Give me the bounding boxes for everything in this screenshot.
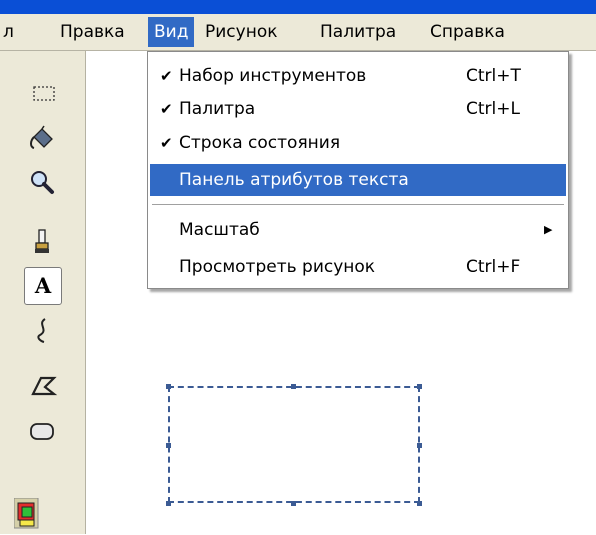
menu-item-label: Просмотреть рисунок xyxy=(179,257,376,277)
shortcut-label: Ctrl+F xyxy=(466,257,521,277)
brush-tool[interactable] xyxy=(24,224,62,262)
resize-handle[interactable] xyxy=(291,501,296,506)
view-menu-dropdown: ✔ Набор инструментов Ctrl+T ✔ Палитра Ct… xyxy=(147,51,569,289)
resize-handle[interactable] xyxy=(166,443,171,448)
select-rectangle-tool[interactable] xyxy=(24,75,62,113)
resize-handle[interactable] xyxy=(417,501,422,506)
text-selection-box[interactable] xyxy=(168,386,420,503)
resize-handle[interactable] xyxy=(417,384,422,389)
menu-separator xyxy=(152,204,564,205)
color-selector-icon[interactable] xyxy=(13,497,42,530)
menu-item-text-toolbar[interactable]: Панель атрибутов текста xyxy=(150,164,566,196)
shortcut-label: Ctrl+L xyxy=(466,99,520,119)
curve-tool[interactable] xyxy=(24,311,62,349)
toolbox: A xyxy=(0,51,86,534)
title-bar xyxy=(0,0,596,14)
resize-handle[interactable] xyxy=(417,443,422,448)
check-icon: ✔ xyxy=(160,100,173,118)
menu-item-label: Палитра xyxy=(179,99,256,119)
menu-item-toolbox[interactable]: ✔ Набор инструментов Ctrl+T xyxy=(150,60,566,92)
menu-item-color-box[interactable]: ✔ Палитра Ctrl+L xyxy=(150,93,566,125)
fill-tool[interactable] xyxy=(24,121,62,159)
text-tool-icon: A xyxy=(34,273,52,298)
resize-handle[interactable] xyxy=(166,501,171,506)
menu-item-zoom[interactable]: Масштаб ▶ xyxy=(150,214,566,246)
menu-item-label: Панель атрибутов текста xyxy=(179,170,409,190)
polygon-tool[interactable] xyxy=(24,367,62,405)
menu-edit[interactable]: Правка xyxy=(54,17,131,47)
menu-view[interactable]: Вид xyxy=(148,17,195,47)
menu-item-status-bar[interactable]: ✔ Строка состояния xyxy=(150,127,566,159)
check-icon: ✔ xyxy=(160,67,173,85)
rounded-rectangle-tool[interactable] xyxy=(24,414,62,452)
menu-item-label: Строка состояния xyxy=(179,133,341,153)
text-tool[interactable]: A xyxy=(24,267,62,305)
menu-item-label: Масштаб xyxy=(179,220,260,240)
menu-file[interactable]: л xyxy=(0,17,20,47)
menu-item-view-bitmap[interactable]: Просмотреть рисунок Ctrl+F xyxy=(150,251,566,283)
submenu-arrow-icon: ▶ xyxy=(544,223,553,236)
shortcut-label: Ctrl+T xyxy=(466,66,521,86)
menu-item-label: Набор инструментов xyxy=(179,66,367,86)
menu-image[interactable]: Рисунок xyxy=(199,17,284,47)
check-icon: ✔ xyxy=(160,134,173,152)
resize-handle[interactable] xyxy=(166,384,171,389)
magnifier-tool[interactable] xyxy=(24,164,62,202)
menu-bar: л Правка Вид Рисунок Палитра Справка xyxy=(0,14,596,51)
menu-help[interactable]: Справка xyxy=(424,17,511,47)
resize-handle[interactable] xyxy=(291,384,296,389)
menu-colors[interactable]: Палитра xyxy=(314,17,402,47)
